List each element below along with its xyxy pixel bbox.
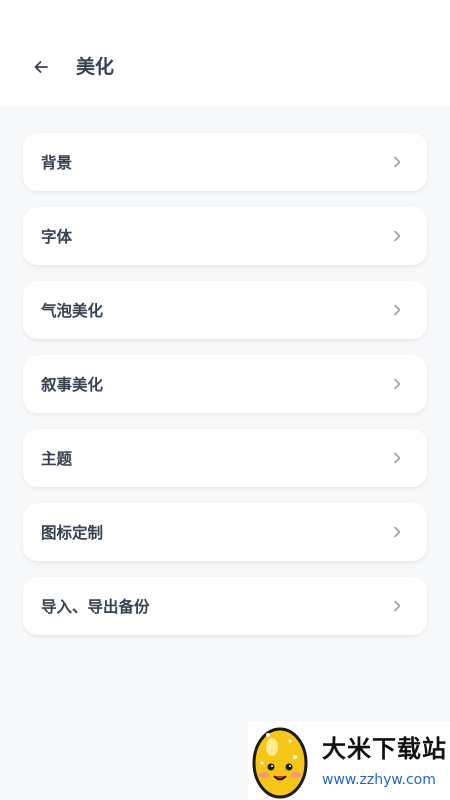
menu-item-background[interactable]: 背景 — [23, 133, 427, 191]
menu-item-label: 字体 — [41, 228, 73, 246]
menu-item-import-export-backup[interactable]: 导入、导出备份 — [23, 577, 427, 635]
menu-item-label: 导入、导出备份 — [41, 598, 150, 616]
watermark-site-url: www.zzhyw.com — [322, 772, 436, 788]
arrow-left-icon — [34, 61, 48, 73]
menu-item-theme[interactable]: 主题 — [23, 429, 427, 487]
settings-menu-list: 背景 字体 气泡美化 叙事美化 主题 图标定制 导入、导出备份 — [23, 133, 427, 651]
chevron-right-icon — [394, 378, 401, 390]
menu-item-label: 图标定制 — [41, 524, 104, 542]
chevron-right-icon — [394, 600, 401, 612]
menu-item-icon-custom[interactable]: 图标定制 — [23, 503, 427, 561]
watermark: 大米下载站 www.zzhyw.com — [248, 721, 450, 800]
menu-item-font[interactable]: 字体 — [23, 207, 427, 265]
watermark-site-name: 大米下载站 — [322, 735, 447, 763]
chevron-right-icon — [394, 230, 401, 242]
chevron-right-icon — [394, 526, 401, 538]
menu-item-label: 主题 — [41, 450, 73, 468]
back-button[interactable] — [28, 54, 54, 80]
menu-item-label: 背景 — [41, 154, 73, 172]
menu-item-narrative-style[interactable]: 叙事美化 — [23, 355, 427, 413]
chevron-right-icon — [394, 304, 401, 316]
egg-mascot-logo — [252, 727, 308, 799]
app-header: 美化 — [0, 0, 450, 107]
menu-item-label: 叙事美化 — [41, 376, 104, 394]
chevron-right-icon — [394, 452, 401, 464]
page-title: 美化 — [76, 56, 115, 78]
menu-item-label: 气泡美化 — [41, 302, 104, 320]
chevron-right-icon — [394, 156, 401, 168]
menu-item-bubble-style[interactable]: 气泡美化 — [23, 281, 427, 339]
